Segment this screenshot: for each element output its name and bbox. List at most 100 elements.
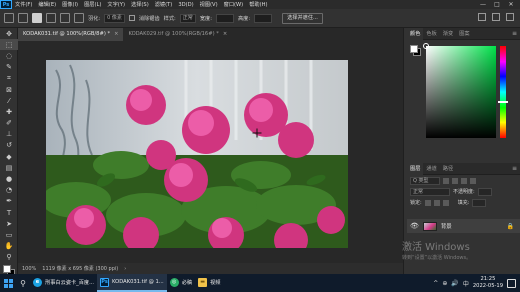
path-selection-tool-icon[interactable]: ➤ (0, 218, 18, 229)
history-brush-tool-icon[interactable]: ↺ (0, 140, 18, 151)
workspace-icon[interactable] (492, 13, 500, 21)
hue-slider-handle[interactable] (498, 101, 508, 103)
menu-view[interactable]: 视图(V) (197, 1, 221, 8)
subtract-selection-icon[interactable] (60, 13, 70, 23)
close-button[interactable]: ✕ (506, 1, 516, 8)
height-input[interactable] (254, 13, 273, 23)
tab-layers[interactable]: 图层 (407, 162, 424, 175)
blur-tool-icon[interactable]: ● (0, 173, 18, 184)
menu-edit[interactable]: 编辑(E) (35, 1, 59, 8)
tray-chevron-icon[interactable]: ^ (433, 280, 438, 287)
panel-menu-icon[interactable]: ≡ (512, 30, 520, 37)
color-picker-field[interactable] (426, 46, 496, 138)
menu-image[interactable]: 图像(I) (59, 1, 81, 8)
hue-slider[interactable] (500, 46, 506, 138)
opacity-input[interactable] (477, 187, 492, 196)
color-picker-ring[interactable] (423, 43, 429, 49)
maximize-button[interactable]: □ (492, 1, 502, 8)
hand-tool-icon[interactable]: ✋ (0, 241, 18, 252)
network-icon[interactable]: ⊕ (442, 280, 447, 287)
layer-kind-filter[interactable]: Q 类型 (410, 176, 440, 185)
menu-help[interactable]: 帮助(H) (246, 1, 270, 8)
fill-input[interactable] (472, 198, 487, 207)
zoom-tool-icon[interactable]: ⚲ (0, 252, 18, 263)
menu-window[interactable]: 窗口(W) (221, 1, 247, 8)
foreground-color-swatch[interactable] (3, 264, 11, 273)
menu-type[interactable]: 文字(Y) (104, 1, 128, 8)
share-icon[interactable] (506, 13, 514, 21)
home-icon[interactable] (4, 13, 14, 23)
eraser-tool-icon[interactable]: ◆ (0, 151, 18, 162)
pen-tool-icon[interactable]: ✒ (0, 196, 18, 207)
select-and-mask-button[interactable]: 选择并遮住... (282, 12, 323, 24)
menu-file[interactable]: 文件(F) (12, 1, 35, 8)
gradient-tool-icon[interactable]: ▤ (0, 162, 18, 173)
close-icon[interactable]: × (223, 28, 227, 41)
close-icon[interactable]: × (114, 28, 118, 41)
lock-all-icon[interactable] (442, 199, 449, 206)
lock-pixels-icon[interactable] (424, 199, 431, 206)
healing-brush-tool-icon[interactable]: ✚ (0, 106, 18, 117)
blend-mode-select[interactable]: 正常 (410, 187, 450, 196)
marquee-tool-preset-icon[interactable] (18, 13, 28, 23)
tab-patterns[interactable]: 图案 (456, 28, 472, 40)
menu-filter[interactable]: 滤镜(T) (152, 1, 176, 8)
antialias-checkbox[interactable] (128, 15, 135, 21)
menu-layer[interactable]: 图层(L) (81, 1, 104, 8)
width-input[interactable] (215, 13, 234, 23)
lock-position-icon[interactable] (433, 199, 440, 206)
brush-tool-icon[interactable]: ✐ (0, 118, 18, 129)
dodge-tool-icon[interactable]: ◔ (0, 185, 18, 196)
style-select[interactable]: 正常 (179, 13, 196, 23)
menu-3d[interactable]: 3D(D) (175, 2, 196, 8)
add-selection-icon[interactable] (46, 13, 56, 23)
clock[interactable]: 21:25 2022-05-19 (473, 276, 503, 290)
new-selection-icon[interactable] (32, 13, 42, 23)
status-menu-arrow-icon[interactable]: › (124, 266, 126, 272)
rectangular-marquee-tool-icon[interactable]: ⬚ (0, 39, 18, 51)
eyedropper-tool-icon[interactable]: ⁄ (0, 95, 18, 106)
tab-paths[interactable]: 路径 (440, 163, 456, 175)
minimize-button[interactable]: — (478, 1, 488, 8)
tab-kodak029[interactable]: KODAK029.tif @ 100%(RGB/16#) * × (123, 28, 232, 41)
windows-start-icon[interactable] (0, 274, 16, 292)
tab-color[interactable]: 颜色 (407, 27, 424, 40)
clone-stamp-tool-icon[interactable]: ⊥ (0, 129, 18, 140)
intersect-selection-icon[interactable] (74, 13, 84, 23)
filter-shape-icon[interactable] (470, 177, 476, 184)
taskbar-app-wechat[interactable]: ◎ 必稿 (167, 274, 195, 292)
input-method-icon[interactable]: 中 (463, 279, 469, 288)
search-icon[interactable]: ⚲ (16, 274, 30, 292)
feather-input[interactable]: 0 像素 (104, 13, 125, 23)
style-label: 样式: (163, 15, 176, 22)
volume-icon[interactable]: 🔊 (451, 280, 458, 287)
layer-row-background[interactable]: 👁 背景 🔒 (407, 219, 520, 233)
frame-tool-icon[interactable]: ⊠ (0, 84, 18, 95)
filter-pixel-icon[interactable] (443, 177, 449, 184)
zoom-level[interactable]: 100% (22, 266, 36, 272)
lasso-tool-icon[interactable]: ◌ (0, 50, 18, 61)
foreground-color-swatch[interactable] (410, 45, 418, 53)
menu-select[interactable]: 选择(S) (128, 1, 152, 8)
crop-tool-icon[interactable]: ⌗ (0, 73, 18, 84)
filter-type-icon[interactable] (461, 177, 467, 184)
tab-kodak031[interactable]: KODAK031.tif @ 100%(RGB/8#) * × (18, 28, 124, 41)
taskbar-app-edge[interactable]: e 刑事白云姿卡_百度... (30, 274, 97, 292)
type-tool-icon[interactable]: T (0, 207, 18, 218)
search-icon[interactable] (478, 13, 486, 21)
filter-adjustment-icon[interactable] (452, 177, 458, 184)
move-tool-icon[interactable]: ✥ (0, 28, 18, 39)
panel-menu-icon[interactable]: ≡ (512, 165, 520, 172)
rectangle-tool-icon[interactable]: ▭ (0, 229, 18, 240)
tab-channels[interactable]: 通道 (423, 163, 439, 175)
taskbar-app-photoshop[interactable]: Ps KODAK031.tif @ 1... (97, 274, 167, 292)
document-image[interactable] (46, 60, 348, 248)
canvas-area[interactable] (18, 41, 403, 263)
feather-label: 羽化: (88, 15, 101, 22)
tab-gradients[interactable]: 渐变 (440, 28, 456, 40)
eye-icon[interactable]: 👁 (410, 222, 419, 230)
taskbar-app-folder[interactable]: ▬ 视频 (195, 274, 223, 292)
quick-selection-tool-icon[interactable]: ✎ (0, 62, 18, 73)
tab-swatches[interactable]: 色板 (423, 28, 439, 40)
notification-icon[interactable] (507, 278, 516, 288)
